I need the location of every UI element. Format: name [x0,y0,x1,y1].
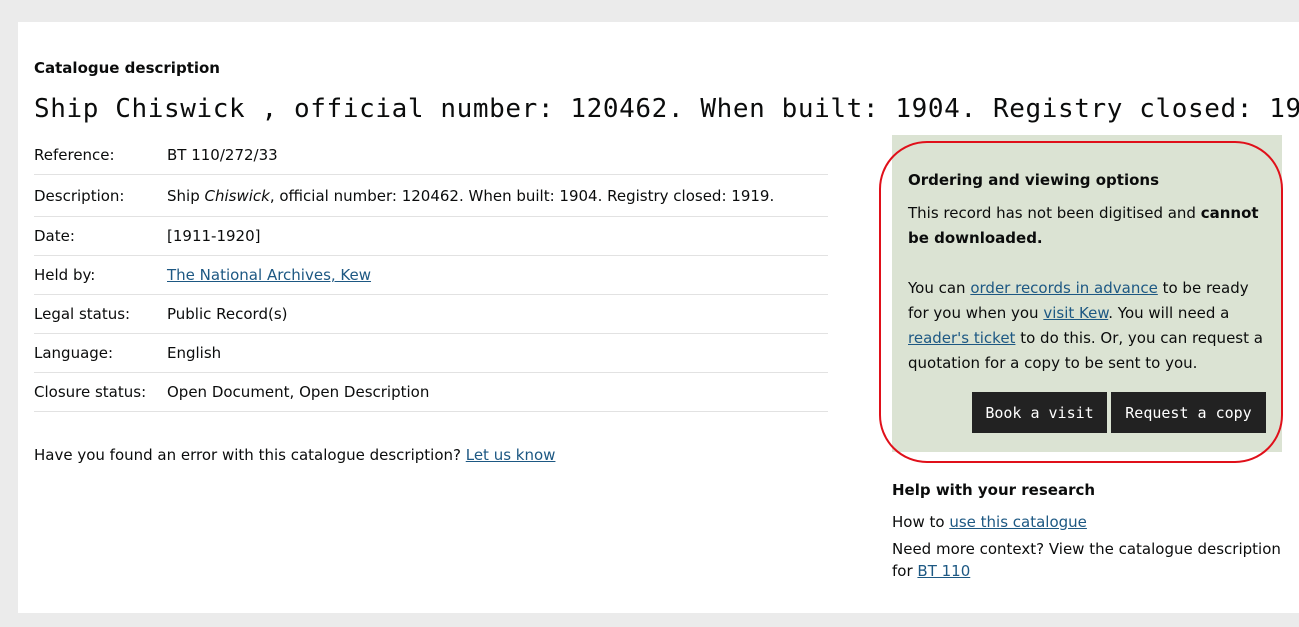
detail-row-reference: Reference: BT 110/272/33 [34,136,828,175]
visit-kew-link[interactable]: visit Kew [1043,304,1108,322]
research-help: Help with your research How to use this … [892,478,1282,582]
reference-label: Reference: [34,146,115,164]
description-label: Description: [34,186,125,205]
help-title: Help with your research [892,481,1096,499]
closure-status-value: Open Document, Open Description [167,383,430,401]
held-by-link[interactable]: The National Archives, Kew [167,266,371,284]
help-catalogue-line: How to use this catalogue [892,511,1282,533]
reference-value: BT 110/272/33 [167,146,278,164]
error-report-text: Have you found an error with this catalo… [34,446,466,464]
help-catalogue-text: How to [892,513,950,531]
bt110-link[interactable]: BT 110 [917,562,970,580]
digitisation-notice: This record has not been digitised and c… [908,201,1268,251]
detail-row-held-by: Held by: The National Archives, Kew [34,256,828,295]
order-in-advance-link[interactable]: order records in advance [970,279,1157,297]
ordering-instructions: You can order records in advance to be r… [908,276,1270,376]
description-prefix: Ship [167,186,205,205]
closure-status-label: Closure status: [34,383,147,401]
description-value: Ship Chiswick, official number: 120462. … [167,187,828,205]
detail-row-legal-status: Legal status: Public Record(s) [34,295,828,334]
detail-row-description: Description: Ship Chiswick, official num… [34,175,828,217]
section-label: Catalogue description [34,59,220,77]
detail-row-language: Language: English [34,334,828,373]
use-catalogue-link[interactable]: use this catalogue [949,513,1087,531]
digitisation-text: This record has not been digitised and [908,204,1201,222]
language-label: Language: [34,344,114,362]
date-value: [1911-1920] [167,227,261,245]
held-by-value: The National Archives, Kew [167,266,828,284]
legal-status-label: Legal status: [34,305,131,323]
ordering-title: Ordering and viewing options [908,171,1159,189]
language-value: English [167,344,222,362]
ordering-options-panel: Ordering and viewing options This record… [879,135,1283,463]
instructions-text-1: You can [908,279,971,297]
readers-ticket-link[interactable]: reader's ticket [908,329,1015,347]
let-us-know-link[interactable]: Let us know [466,446,556,464]
instructions-text-3: . You will need a [1108,304,1230,322]
help-context-line: Need more context? View the catalogue de… [892,538,1282,582]
detail-row-closure-status: Closure status: Open Document, Open Desc… [34,373,828,412]
description-suffix: , official number: 120462. When built: 1… [269,186,775,205]
book-visit-button[interactable]: Book a visit [972,392,1107,433]
catalogue-card: Catalogue description Ship Chiswick , of… [18,22,1299,613]
held-by-label: Held by: [34,266,96,284]
ship-name: Chiswick [204,186,270,205]
error-report-prompt: Have you found an error with this catalo… [34,444,555,466]
date-label: Date: [34,227,75,245]
page-title: Ship Chiswick , official number: 120462.… [34,94,1299,124]
legal-status-value: Public Record(s) [167,305,288,323]
detail-row-date: Date: [1911-1920] [34,217,828,256]
request-copy-button[interactable]: Request a copy [1111,392,1266,433]
details-table: Reference: BT 110/272/33 Description: Sh… [34,136,828,412]
